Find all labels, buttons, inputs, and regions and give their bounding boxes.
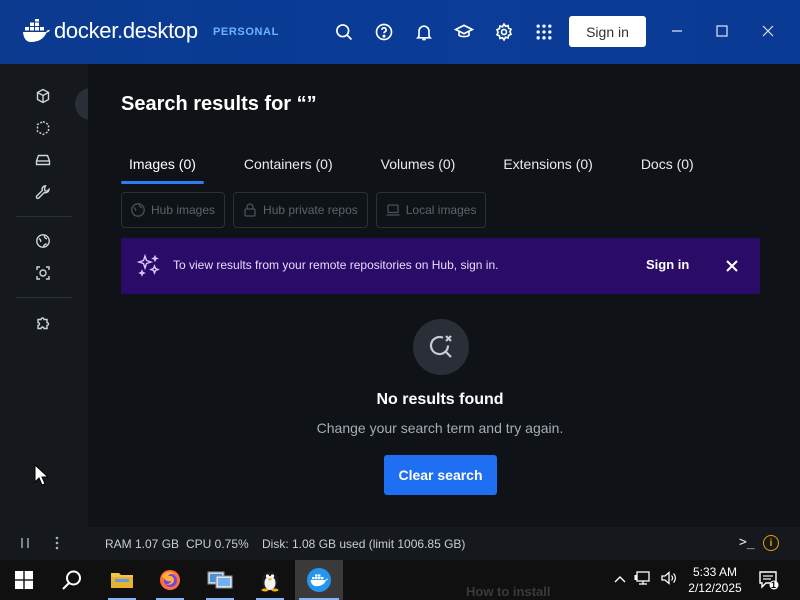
action-center-icon[interactable]: 1	[758, 560, 780, 600]
learn-icon[interactable]	[452, 20, 476, 44]
sidebar	[0, 64, 88, 527]
minimize-icon[interactable]	[668, 22, 686, 40]
clear-search-button[interactable]: Clear search	[384, 455, 497, 495]
bell-icon[interactable]	[412, 20, 436, 44]
page-title: Search results for “”	[121, 93, 317, 115]
close-icon[interactable]	[723, 257, 741, 275]
no-results-icon	[413, 319, 469, 375]
docker-scout-icon[interactable]	[33, 263, 53, 283]
volume-icon[interactable]	[660, 570, 678, 591]
firefox-icon[interactable]	[146, 560, 194, 600]
help-icon[interactable]	[372, 20, 396, 44]
brand-name: docker.desktop	[54, 18, 198, 43]
cpu-usage: CPU 0.75%	[186, 537, 249, 551]
empty-state-subtitle: Change your search term and try again.	[316, 420, 564, 436]
images-icon[interactable]	[33, 118, 53, 138]
hub-private-repos-filter[interactable]: Hub private repos	[233, 192, 368, 228]
banner-sign-in-link[interactable]: Sign in	[646, 257, 689, 272]
sparkle-icon	[137, 254, 160, 277]
windows-start-icon[interactable]	[0, 560, 48, 600]
notification-count: 1	[771, 580, 777, 590]
remote-desktop-icon[interactable]	[196, 560, 244, 600]
lock-icon	[244, 203, 256, 217]
filter-label: Hub images	[151, 203, 216, 217]
local-images-filter[interactable]: Local images	[375, 192, 487, 228]
title-bar: docker.desktop PERSONAL Sign in	[0, 0, 800, 64]
taskbar: 5:33 AM 2/12/2025 1	[0, 560, 800, 600]
docker-hub-icon[interactable]	[33, 231, 53, 251]
sign-in-banner: To view results from your remote reposit…	[121, 238, 760, 294]
docker-icon[interactable]	[295, 560, 343, 600]
laptop-icon	[386, 204, 400, 216]
tab-docs[interactable]: Docs (0)	[633, 154, 702, 180]
hub-images-filter[interactable]: Hub images	[121, 192, 226, 228]
gear-icon[interactable]	[492, 20, 516, 44]
sidebar-divider	[16, 216, 72, 217]
tab-volumes[interactable]: Volumes (0)	[373, 154, 464, 180]
search-icon[interactable]	[332, 20, 356, 44]
volumes-icon[interactable]	[33, 150, 53, 170]
search-icon[interactable]	[48, 560, 96, 600]
sign-in-button[interactable]: Sign in	[569, 16, 646, 47]
containers-icon[interactable]	[33, 86, 53, 106]
system-clock[interactable]: 5:33 AM 2/12/2025	[680, 564, 750, 596]
chevron-up-icon[interactable]	[614, 571, 626, 589]
builds-icon[interactable]	[33, 182, 53, 202]
apps-grid-icon[interactable]	[532, 20, 556, 44]
result-tabs: Images (0) Containers (0) Volumes (0) Ex…	[121, 154, 734, 184]
ram-usage: RAM 1.07 GB	[105, 537, 180, 551]
system-tray	[614, 560, 678, 600]
clock-date: 2/12/2025	[688, 581, 742, 595]
tab-extensions[interactable]: Extensions (0)	[495, 154, 600, 180]
docker-desktop-window: docker.desktop PERSONAL Sign in Search r…	[0, 0, 800, 560]
tab-containers[interactable]: Containers (0)	[236, 154, 341, 180]
terminal-icon[interactable]: >_	[739, 535, 755, 550]
docker-whale-icon	[23, 19, 50, 42]
empty-state-title: No results found	[376, 391, 504, 408]
filter-label: Hub private repos	[263, 203, 358, 217]
filter-label: Local images	[405, 203, 477, 217]
filter-buttons: Hub images Hub private repos Local image…	[121, 192, 487, 228]
tab-images[interactable]: Images (0)	[121, 154, 204, 184]
plan-badge: PERSONAL	[213, 26, 279, 38]
banner-message: To view results from your remote reposit…	[173, 258, 499, 272]
file-explorer-icon[interactable]	[98, 560, 146, 600]
maximize-icon[interactable]	[713, 22, 731, 40]
titlebar-actions	[332, 20, 556, 44]
pause-icon[interactable]	[18, 536, 32, 553]
notification-icon[interactable]: i	[763, 535, 779, 551]
extensions-icon[interactable]	[33, 313, 53, 333]
status-bar: RAM 1.07 GB CPU 0.75% Disk: 1.08 GB used…	[0, 527, 800, 560]
background-window-text: How to install	[466, 584, 551, 599]
network-icon[interactable]	[634, 570, 652, 591]
brand-logo: docker.desktop	[22, 18, 198, 44]
more-options-icon[interactable]	[52, 535, 62, 554]
clock-time: 5:33 AM	[692, 565, 738, 579]
globe-icon	[131, 203, 145, 217]
mouse-cursor-icon	[34, 464, 48, 486]
disk-usage: Disk: 1.08 GB used (limit 1006.85 GB)	[262, 537, 466, 551]
linux-icon[interactable]	[246, 560, 294, 600]
close-icon[interactable]	[759, 22, 777, 40]
sidebar-divider	[16, 297, 72, 298]
